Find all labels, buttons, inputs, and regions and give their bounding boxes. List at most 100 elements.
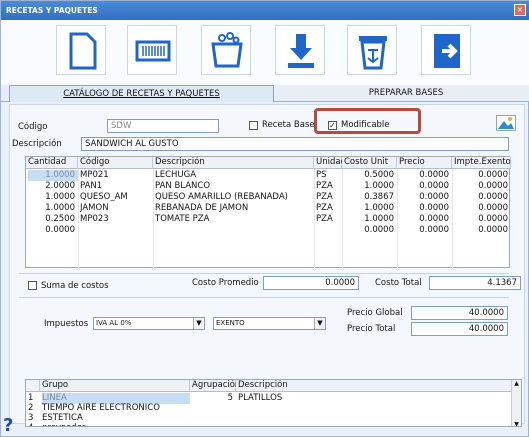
costo-promedio-label: Costo Promedio (192, 278, 259, 288)
group-cell-descripcion[interactable] (238, 423, 513, 426)
package-button[interactable] (201, 25, 251, 75)
cell-unidad[interactable]: PZA (316, 181, 342, 192)
col-grupo-descripcion[interactable]: Descripción (236, 380, 513, 392)
cell-cantidad[interactable]: 0.0000 (28, 225, 78, 236)
col-precio[interactable]: Precio (397, 157, 452, 169)
group-cell-grupo[interactable]: proveedor (42, 423, 190, 426)
cell-cantidad[interactable]: 1.0000 (28, 203, 78, 214)
cell-cantidad[interactable]: 2.0000 (28, 181, 78, 192)
cell-descripcion[interactable]: PAN BLANCO (155, 181, 314, 192)
recipes-window: RECETAS Y PAQUETES × CATÁLOGO DE RECETAS… (0, 0, 529, 437)
groups-scrollbar[interactable]: ▲ ▼ (511, 380, 521, 426)
codigo-input[interactable]: SDW (107, 119, 219, 133)
precio-total-value: 40.0000 (411, 322, 508, 336)
group-cell-agrupacion[interactable] (192, 423, 236, 426)
cell-precio[interactable]: 0.0000 (399, 203, 452, 214)
cell-unidad[interactable]: PZA (316, 214, 342, 225)
receta-base-label: Receta Base (262, 120, 315, 130)
cell-descripcion[interactable] (155, 225, 314, 236)
cell-cantidad[interactable]: 1.0000 (28, 170, 78, 181)
cell-unidad[interactable]: PZA (316, 192, 342, 203)
new-document-icon (69, 32, 97, 70)
cell-codigo[interactable]: QUESO_AM (80, 192, 153, 203)
barcode-button[interactable] (127, 25, 177, 75)
cell-unidad[interactable] (316, 225, 342, 236)
tab-preparar-bases[interactable]: PREPARAR BASES (291, 85, 521, 102)
cell-costo[interactable]: 1.0000 (344, 181, 397, 192)
cell-descripcion[interactable]: LECHUGA (155, 170, 314, 181)
cell-costo[interactable]: 1.0000 (344, 214, 397, 225)
ingredients-table: Cantidad Código Descripción Unidad Costo… (25, 156, 511, 269)
suma-costos-label: Suma de costos (41, 281, 109, 291)
cell-precio[interactable]: 0.0000 (399, 214, 452, 225)
cell-exento[interactable]: 0.0000 (454, 170, 511, 181)
impuestos-label: Impuestos (44, 319, 89, 329)
recycle-bin-button[interactable] (347, 25, 397, 75)
groups-table: Grupo Agrupación Descripción 1 LINEA 5 PLAT… (25, 379, 522, 427)
cell-descripcion[interactable]: REBANADA DE JAMON (155, 203, 314, 214)
cell-cantidad[interactable]: 1.0000 (28, 192, 78, 203)
precio-global-input[interactable]: 40.0000 (411, 306, 508, 320)
cell-precio[interactable]: 0.0000 (399, 181, 452, 192)
col-grupo[interactable]: Grupo (40, 380, 190, 392)
codigo-label: Código (18, 122, 48, 132)
chevron-down-icon: ▼ (193, 318, 204, 329)
cell-codigo[interactable] (80, 225, 153, 236)
costo-total-label: Costo Total (375, 278, 422, 288)
cell-exento[interactable]: 0.0000 (454, 225, 511, 236)
cell-codigo[interactable]: JAMON (80, 203, 153, 214)
tab-strip: CATÁLOGO DE RECETAS Y PAQUETES PREPARAR … (1, 85, 529, 102)
col-descripcion[interactable]: Descripción (153, 157, 314, 169)
cell-unidad[interactable]: PS (316, 170, 342, 181)
download-button[interactable] (275, 25, 325, 75)
cell-exento[interactable]: 0.0000 (454, 192, 511, 203)
descripcion-label: Descripción (12, 139, 62, 149)
tab-catalogo[interactable]: CATÁLOGO DE RECETAS Y PAQUETES (9, 85, 274, 102)
chevron-down-icon: ▼ (314, 318, 325, 329)
close-button[interactable]: × (514, 4, 526, 16)
cell-unidad[interactable]: PZA (316, 203, 342, 214)
image-icon[interactable] (496, 115, 516, 131)
exit-icon (434, 34, 460, 68)
impuesto2-value: EXENTO (216, 319, 245, 327)
cell-costo[interactable]: 0.3867 (344, 192, 397, 203)
col-unidad[interactable]: Unidad (314, 157, 346, 169)
new-document-button[interactable] (56, 25, 106, 75)
cell-descripcion[interactable]: QUESO AMARILLO (REBANADA) (155, 192, 314, 203)
impuesto1-value: IVA AL 0% (96, 319, 132, 327)
cell-exento[interactable]: 0.0000 (454, 181, 511, 192)
precio-global-label: Precio Global (347, 308, 403, 318)
cell-codigo[interactable]: PAN1 (80, 181, 153, 192)
col-agrupacion[interactable]: Agrupación (190, 380, 240, 392)
help-button[interactable]: ? (3, 415, 21, 436)
tab-catalogo-label: CATÁLOGO DE RECETAS Y PAQUETES (63, 89, 220, 99)
cell-precio[interactable]: 0.0000 (399, 192, 452, 203)
col-costo[interactable]: Costo Unit (342, 157, 397, 169)
cell-codigo[interactable]: MP023 (80, 214, 153, 225)
recycle-bin-icon (359, 36, 387, 70)
window-title: RECETAS Y PAQUETES (1, 1, 529, 20)
cell-descripcion[interactable]: TOMATE PZA (155, 214, 314, 225)
toolbar (1, 20, 529, 85)
cell-costo[interactable]: 0.5000 (344, 170, 397, 181)
col-cantidad[interactable]: Cantidad (26, 157, 78, 169)
cell-codigo[interactable]: MP021 (80, 170, 153, 181)
descripcion-input[interactable]: SANDWICH AL GUSTO (81, 137, 509, 151)
cell-precio[interactable]: 0.0000 (399, 170, 452, 181)
impuesto2-select[interactable]: EXENTO ▼ (213, 317, 326, 330)
cell-precio[interactable]: 0.0000 (399, 225, 452, 236)
col-exento[interactable]: Impte.Exento (452, 157, 511, 169)
cell-cantidad[interactable]: 0.2500 (28, 214, 78, 225)
cell-costo[interactable]: 0.0000 (344, 225, 397, 236)
exit-button[interactable] (421, 25, 471, 75)
receta-base-checkbox[interactable] (249, 121, 258, 130)
col-codigo[interactable]: Código (78, 157, 153, 169)
precio-total-label: Precio Total (347, 324, 396, 334)
impuesto1-select[interactable]: IVA AL 0% ▼ (93, 317, 205, 330)
cell-exento[interactable]: 0.0000 (454, 203, 511, 214)
cell-exento[interactable]: 0.0000 (454, 214, 511, 225)
cell-costo[interactable]: 1.0000 (344, 203, 397, 214)
group-cell-num[interactable]: 4 (28, 423, 40, 426)
highlight-box (314, 108, 421, 134)
suma-costos-checkbox[interactable] (28, 281, 37, 290)
